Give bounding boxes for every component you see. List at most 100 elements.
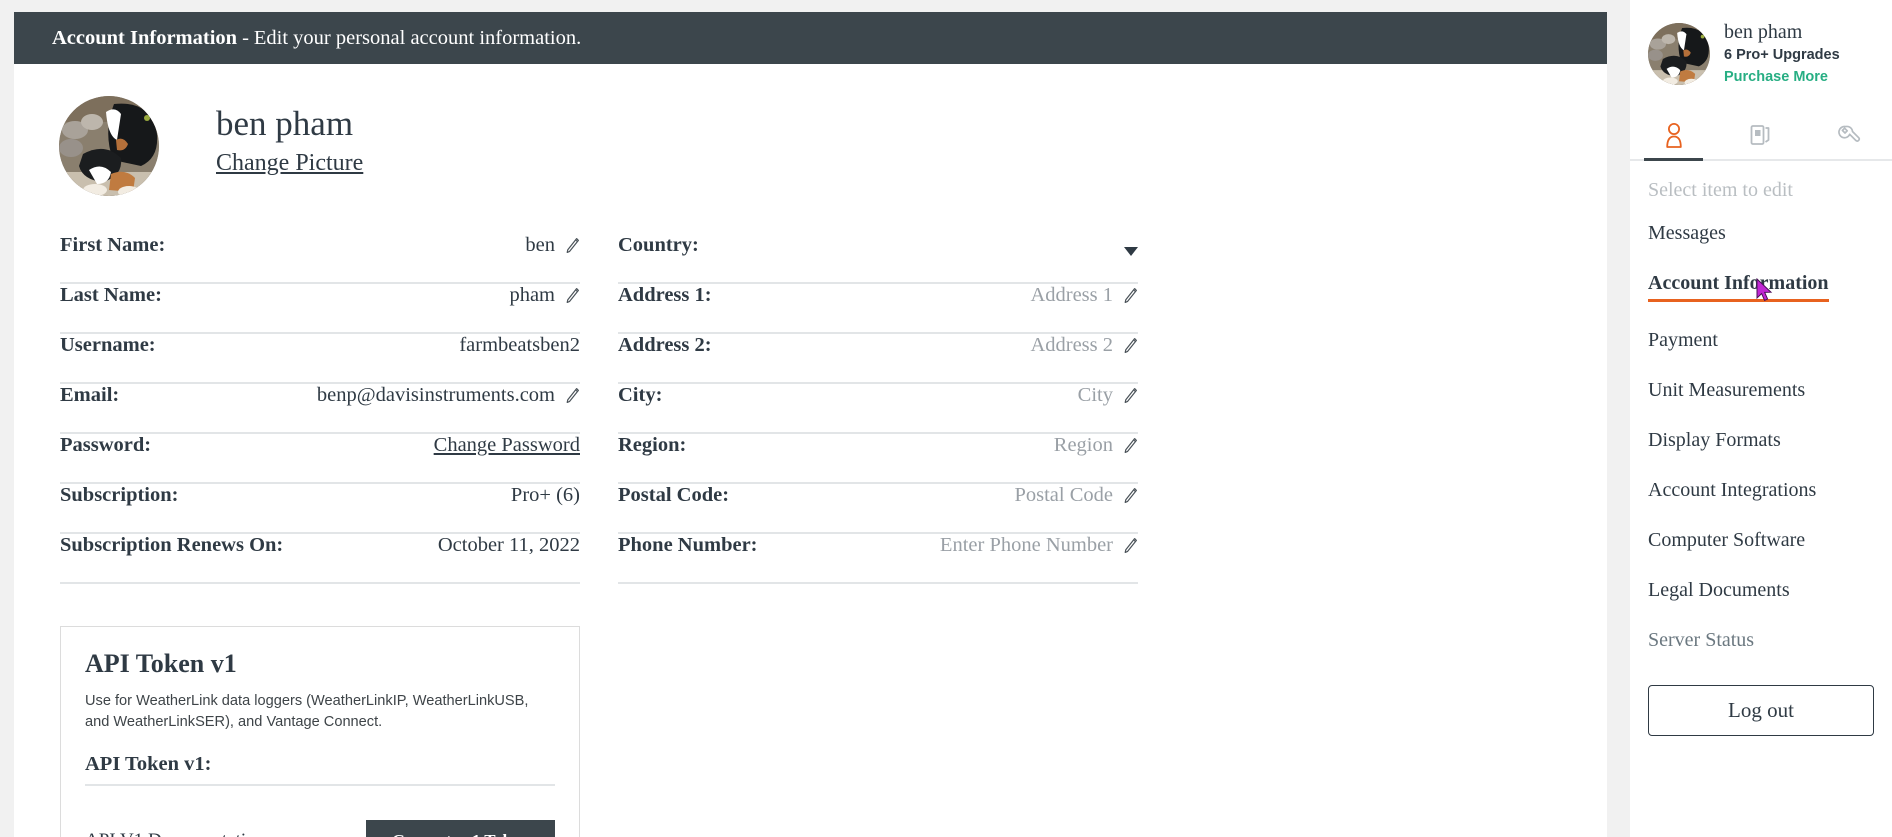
person-icon bbox=[1665, 122, 1682, 148]
form-label: Last Name: bbox=[60, 284, 162, 306]
logout-button[interactable]: Log out bbox=[1648, 684, 1874, 736]
sidebar-item-display-formats[interactable]: Display Formats bbox=[1648, 429, 1781, 452]
sidebar-upgrades-count: 6 Pro+ Upgrades bbox=[1724, 47, 1840, 63]
profile-text: ben pham Change Picture bbox=[216, 96, 363, 177]
form-value-group: Enter Phone Number bbox=[940, 534, 1138, 557]
edit-pencil-icon[interactable] bbox=[564, 287, 580, 305]
purchase-more-link[interactable]: Purchase More bbox=[1724, 67, 1840, 89]
api-token-value-field[interactable]: API Token v1: bbox=[85, 753, 555, 787]
edit-pencil-icon[interactable] bbox=[564, 387, 580, 405]
form-value: pham bbox=[509, 284, 555, 306]
sidebar-item-wrapper: Messages bbox=[1648, 222, 1892, 272]
api-token-v1-card: API Token v1 Use for WeatherLink data lo… bbox=[60, 626, 580, 837]
sidebar-item-messages[interactable]: Messages bbox=[1648, 222, 1726, 245]
form-value: Pro+ (6) bbox=[510, 484, 580, 506]
form-label: Region: bbox=[618, 434, 687, 456]
form-row: Address 2: Address 2 bbox=[618, 334, 1138, 384]
api-token-field-label: API Token v1: bbox=[85, 753, 212, 776]
form-value-group: farmbeatsben2 bbox=[459, 334, 580, 357]
edit-pencil-icon[interactable] bbox=[1122, 437, 1138, 455]
edit-pencil-icon[interactable] bbox=[1122, 387, 1138, 405]
form-row: Subscription: Pro+ (6) bbox=[60, 484, 580, 534]
form-row: First Name: ben bbox=[60, 234, 580, 284]
sidebar-item-server-status[interactable]: Server Status bbox=[1648, 629, 1754, 652]
form-value-group: Postal Code bbox=[1014, 484, 1138, 507]
api-token-title: API Token v1 bbox=[85, 649, 237, 678]
change-picture-link[interactable]: Change Picture bbox=[216, 150, 363, 177]
account-information-page: Account Information - Edit your personal… bbox=[0, 0, 1892, 837]
edit-pencil-icon[interactable] bbox=[1122, 537, 1138, 555]
main-content-column: Account Information - Edit your personal… bbox=[0, 0, 1607, 837]
sidebar-item-account-information[interactable]: Account Information bbox=[1648, 272, 1829, 302]
api-token-actions: API V1 Documentation Generate v1 Token bbox=[85, 820, 555, 837]
account-form: First Name: ben Last Name: pham Username: far… bbox=[14, 196, 1607, 584]
edit-pencil-icon[interactable] bbox=[564, 237, 580, 255]
sidebar-item-account-integrations[interactable]: Account Integrations bbox=[1648, 479, 1816, 502]
sidebar-item-legal-documents[interactable]: Legal Documents bbox=[1648, 579, 1790, 602]
form-row: Username: farmbeatsben2 bbox=[60, 334, 580, 384]
sidebar-gap bbox=[1607, 0, 1630, 837]
form-value: Address 1 bbox=[1030, 284, 1113, 306]
sidebar-item-computer-software[interactable]: Computer Software bbox=[1648, 529, 1805, 552]
tab-account[interactable] bbox=[1630, 111, 1717, 161]
form-row: Address 1: Address 1 bbox=[618, 284, 1138, 334]
form-value-group: ben bbox=[525, 234, 580, 257]
form-label: Subscription: bbox=[60, 484, 179, 506]
form-value: City bbox=[1077, 384, 1113, 406]
form-value-group: Address 2 bbox=[1030, 334, 1138, 357]
account-card: Account Information - Edit your personal… bbox=[14, 12, 1607, 837]
sidebar-item-wrapper: Computer Software bbox=[1648, 529, 1892, 579]
form-value-group: City bbox=[1078, 384, 1138, 407]
form-row: Password: Change Password bbox=[60, 434, 580, 484]
form-row: Subscription Renews On: October 11, 2022 bbox=[60, 534, 580, 584]
avatar[interactable] bbox=[59, 96, 159, 196]
profile-block: ben pham Change Picture bbox=[14, 64, 1607, 196]
page-title: Account Information bbox=[52, 26, 238, 49]
dog-avatar-image bbox=[59, 96, 159, 196]
page-header: Account Information - Edit your personal… bbox=[14, 12, 1607, 64]
edit-pencil-icon[interactable] bbox=[1122, 287, 1138, 305]
form-value: October 11, 2022 bbox=[437, 534, 580, 556]
tab-settings[interactable] bbox=[1805, 111, 1892, 159]
sidebar-item-wrapper: Server Status bbox=[1648, 629, 1892, 679]
wrench-icon bbox=[1838, 125, 1861, 142]
chevron-down-icon[interactable] bbox=[1124, 246, 1138, 256]
sidebar-dog-avatar-image bbox=[1648, 23, 1710, 86]
sidebar-item-payment[interactable]: Payment bbox=[1648, 329, 1718, 352]
form-value: benp@davisinstruments.com bbox=[316, 384, 555, 406]
sidebar-avatar[interactable] bbox=[1648, 23, 1710, 86]
form-row: Country: bbox=[618, 234, 1138, 284]
form-value: Postal Code bbox=[1014, 484, 1113, 506]
form-row: Last Name: pham bbox=[60, 284, 580, 334]
sidebar-item-unit-measurements[interactable]: Unit Measurements bbox=[1648, 379, 1805, 402]
tab-devices[interactable] bbox=[1717, 111, 1804, 159]
right-sidebar: ben pham 6 Pro+ Upgrades Purchase More S… bbox=[1630, 0, 1892, 837]
form-value-group: benp@davisinstruments.com bbox=[317, 384, 580, 407]
edit-pencil-icon[interactable] bbox=[1122, 337, 1138, 355]
form-label: Postal Code: bbox=[618, 484, 730, 506]
sidebar-user-text: ben pham 6 Pro+ Upgrades Purchase More bbox=[1724, 20, 1840, 89]
form-label: Country: bbox=[618, 234, 699, 256]
form-value-group[interactable] bbox=[1115, 246, 1138, 256]
form-value: ben bbox=[525, 234, 555, 256]
device-icon bbox=[1750, 124, 1770, 145]
form-value-group: October 11, 2022 bbox=[438, 534, 580, 557]
form-label: Username: bbox=[60, 334, 156, 356]
page-subtitle: Edit your personal account information. bbox=[253, 26, 582, 49]
form-row: City: City bbox=[618, 384, 1138, 434]
sidebar-item-wrapper: Legal Documents bbox=[1648, 579, 1892, 629]
form-label: Subscription Renews On: bbox=[60, 534, 284, 556]
sidebar-item-list: Messages Account Information Payment Unit M… bbox=[1648, 222, 1892, 679]
form-label: City: bbox=[618, 384, 663, 406]
form-label: Password: bbox=[60, 434, 152, 456]
form-value[interactable]: Change Password bbox=[434, 434, 580, 457]
form-row: Email: benp@davisinstruments.com bbox=[60, 384, 580, 434]
form-value-group: Change Password bbox=[434, 434, 580, 457]
form-row: Phone Number: Enter Phone Number bbox=[618, 534, 1138, 584]
generate-v1-token-button[interactable]: Generate v1 Token bbox=[366, 820, 555, 837]
sidebar-item-wrapper: Display Formats bbox=[1648, 429, 1892, 479]
profile-name: ben pham bbox=[216, 104, 354, 143]
api-v1-documentation-link[interactable]: API V1 Documentation bbox=[85, 830, 265, 837]
edit-pencil-icon[interactable] bbox=[1122, 487, 1138, 505]
form-label: Phone Number: bbox=[618, 534, 758, 556]
